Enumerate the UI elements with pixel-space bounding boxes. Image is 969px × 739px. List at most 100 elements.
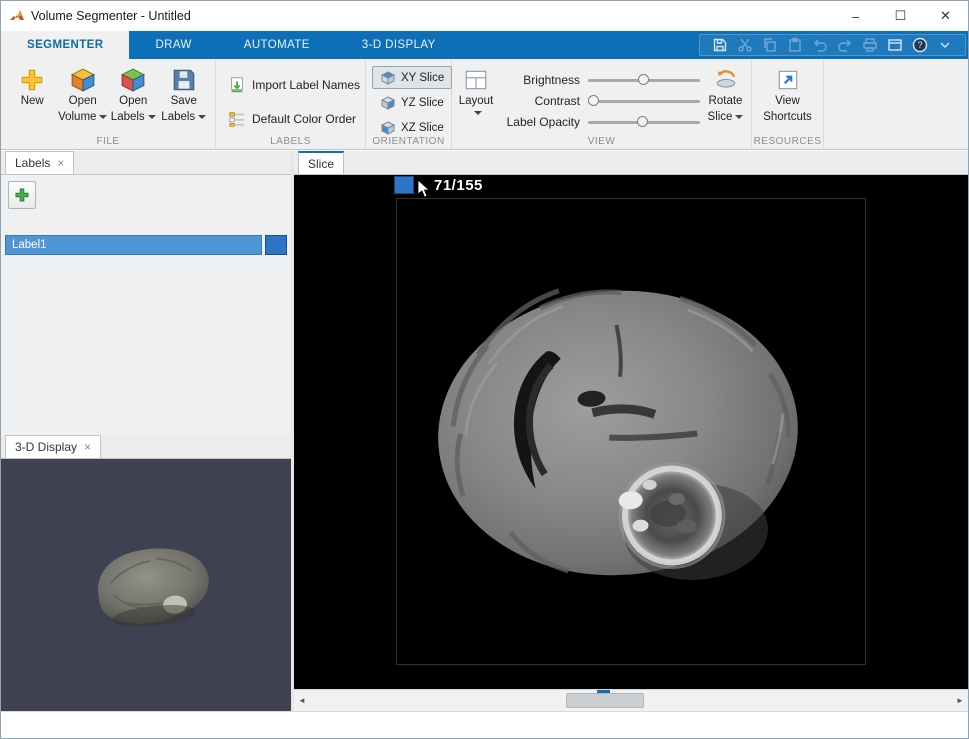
ribbon-tab-strip: SEGMENTER DRAW AUTOMATE 3-D DISPLAY ? [1, 31, 968, 59]
left-panel: Labels × Label1 3-D Display × [1, 151, 291, 711]
copy-icon[interactable] [762, 37, 778, 53]
open-volume-button[interactable]: Open Volume [58, 65, 109, 125]
view-shortcuts-label-2: Shortcuts [763, 111, 812, 125]
slice-tab-label: Slice [308, 157, 334, 171]
slice-viewport[interactable]: 71/155 [294, 175, 968, 689]
section-caption-resources: RESOURCES [752, 136, 823, 147]
undo-icon[interactable] [812, 37, 828, 53]
close-button[interactable]: ✕ [923, 1, 968, 31]
layout-button[interactable]: Layout [458, 65, 494, 115]
yz-slice-label: YZ Slice [401, 97, 444, 109]
horizontal-scrollbar[interactable]: ◄ ► [294, 689, 968, 711]
chevron-down-icon [198, 115, 206, 119]
label-opacity-slider[interactable] [588, 116, 700, 128]
rotate-slice-label-1: Rotate [709, 95, 743, 109]
contrast-slider-thumb[interactable] [588, 95, 599, 106]
tab-3d-display-panel[interactable]: 3-D Display × [5, 435, 101, 458]
contrast-label: Contrast [498, 94, 580, 108]
status-bar [1, 711, 968, 738]
new-button[interactable]: New [7, 65, 58, 109]
cut-icon[interactable] [737, 37, 753, 53]
save-labels-button[interactable]: Save Labels [159, 65, 210, 125]
import-label-names-button[interactable]: Import Label Names [222, 73, 366, 97]
slice-panel: Slice [294, 151, 968, 711]
default-color-order-button[interactable]: Default Color Order [222, 107, 366, 131]
xy-slice-button[interactable]: XY Slice [372, 66, 452, 89]
save-labels-label-1: Save [171, 95, 197, 109]
paste-icon[interactable] [787, 37, 803, 53]
floppy-disk-icon [171, 67, 197, 93]
toolstrip: New Open Volume Open Labels Sav [1, 59, 968, 150]
chevron-down-icon [735, 115, 743, 119]
minimize-button[interactable]: – [833, 1, 878, 31]
open-labels-button[interactable]: Open Labels [108, 65, 159, 125]
chevron-down-icon [99, 115, 107, 119]
brightness-label: Brightness [498, 73, 580, 87]
tab-3d-display[interactable]: 3-D DISPLAY [336, 31, 462, 59]
window-title: Volume Segmenter - Untitled [31, 9, 191, 23]
tab-segmenter[interactable]: SEGMENTER [1, 31, 129, 59]
open-labels-label-2: Labels [111, 111, 145, 123]
mouse-cursor [417, 179, 431, 199]
help-icon[interactable]: ? [912, 37, 928, 53]
labels-tab-label: Labels [15, 156, 50, 170]
label-opacity-slider-thumb[interactable] [637, 116, 648, 127]
brightness-slider[interactable] [588, 74, 700, 86]
scrollbar-thumb[interactable] [566, 693, 644, 708]
brightness-slider-thumb[interactable] [638, 74, 649, 85]
rotate-slice-label-2: Slice [708, 111, 733, 123]
xz-cube-icon [380, 120, 396, 136]
labels-tab-strip: Labels × [1, 151, 291, 175]
import-label-names-label: Import Label Names [252, 78, 360, 92]
add-label-button[interactable] [8, 181, 36, 209]
layout-label: Layout [459, 95, 494, 109]
label-list-item[interactable]: Label1 [5, 235, 287, 255]
open-labels-label-1: Open [119, 95, 147, 109]
tab-automate[interactable]: AUTOMATE [218, 31, 336, 59]
section-resources: View Shortcuts RESOURCES [752, 59, 824, 149]
display3d-tab-strip: 3-D Display × [1, 435, 291, 459]
scroll-right-arrow[interactable]: ► [952, 690, 968, 711]
slice-slider-handle[interactable] [394, 176, 414, 194]
tab-draw[interactable]: DRAW [129, 31, 217, 59]
section-file: New Open Volume Open Labels Sav [1, 59, 216, 149]
brain-3d-render [1, 459, 291, 711]
label-color-swatch[interactable] [265, 235, 287, 255]
labels-cube-icon [120, 67, 146, 93]
matlab-logo-icon [9, 8, 25, 24]
contrast-slider[interactable] [588, 95, 700, 107]
new-plus-icon [19, 67, 45, 93]
collapse-toolstrip-icon[interactable] [937, 37, 953, 53]
app-window: Volume Segmenter - Untitled – ☐ ✕ SEGMEN… [0, 0, 969, 739]
yz-slice-button[interactable]: YZ Slice [372, 91, 452, 114]
close-icon[interactable]: × [84, 441, 91, 453]
view-shortcuts-button[interactable]: View Shortcuts [758, 65, 817, 125]
toolstrip-filler [824, 59, 968, 149]
title-bar: Volume Segmenter - Untitled – ☐ ✕ [1, 1, 968, 31]
open-volume-label-2: Volume [58, 111, 96, 123]
close-icon[interactable]: × [57, 157, 64, 169]
open-volume-label-1: Open [69, 95, 97, 109]
view-sliders: Brightness Contrast Label Opacity [498, 65, 700, 129]
slice-indicator: 71/155 [434, 177, 483, 194]
label-opacity-label: Label Opacity [498, 115, 580, 129]
tab-labels[interactable]: Labels × [5, 151, 74, 174]
label-name[interactable]: Label1 [5, 235, 262, 255]
print-icon[interactable] [862, 37, 878, 53]
scroll-left-arrow[interactable]: ◄ [294, 690, 310, 711]
volume-3d-view[interactable] [1, 459, 291, 711]
color-order-icon [228, 110, 246, 128]
tab-slice[interactable]: Slice [298, 151, 344, 174]
chevron-down-icon [148, 115, 156, 119]
save-labels-label-2: Labels [161, 111, 195, 123]
section-caption-orientation: ORIENTATION [366, 136, 451, 147]
layout-grid-icon [463, 67, 489, 93]
section-caption-labels: LABELS [216, 136, 365, 147]
save-icon[interactable] [712, 37, 728, 53]
volume-cube-icon [70, 67, 96, 93]
maximize-button[interactable]: ☐ [878, 1, 923, 31]
redo-icon[interactable] [837, 37, 853, 53]
svg-text:?: ? [917, 40, 922, 50]
dock-icon[interactable] [887, 37, 903, 53]
rotate-slice-button[interactable]: Rotate Slice [706, 65, 745, 125]
